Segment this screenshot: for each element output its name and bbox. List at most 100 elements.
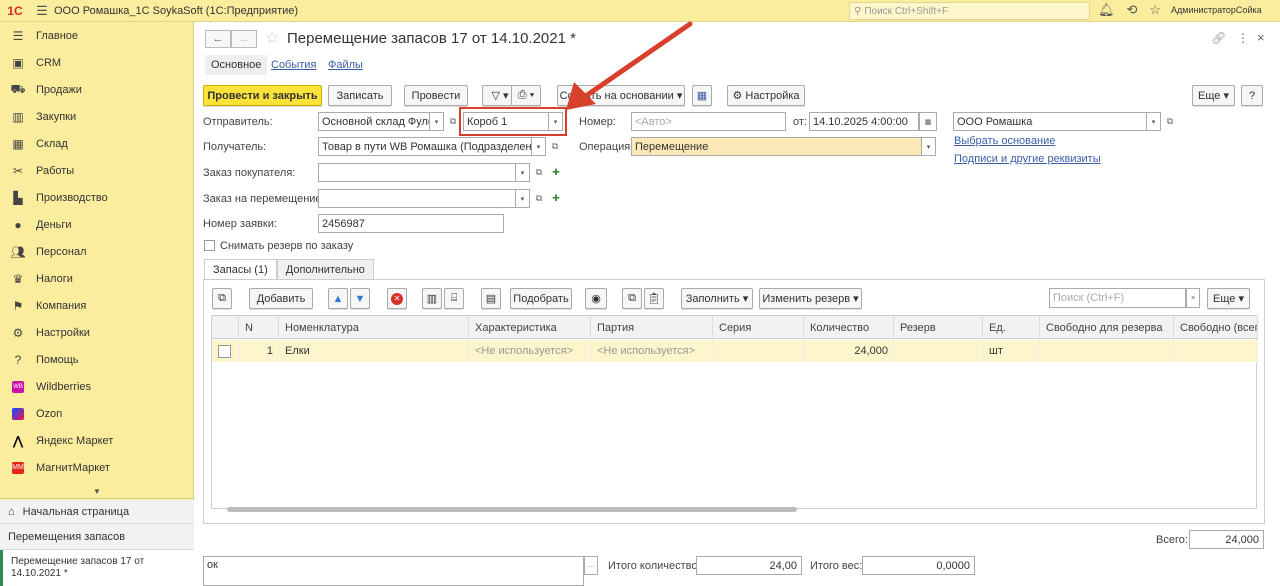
user-name[interactable]: АдминистраторСойка — [1171, 5, 1262, 15]
cell-qty[interactable]: 24,000 — [804, 340, 894, 362]
sender-field[interactable]: Основной склад Фулфи — [318, 112, 430, 131]
sidebar-item-13[interactable]: WB Wildberries — [0, 373, 193, 400]
choose-basis-link[interactable]: Выбрать основание — [954, 135, 1055, 147]
copy-rows-button[interactable]: ⧉ — [622, 288, 642, 309]
operation-field[interactable]: Перемещение — [631, 137, 922, 156]
sidebar-item-9[interactable]: ♛ Налоги — [0, 265, 193, 292]
save-button[interactable]: Записать — [328, 85, 392, 106]
add-row-button[interactable]: Добавить — [249, 288, 313, 309]
col-batch[interactable]: Партия — [591, 316, 713, 339]
col-n[interactable]: N — [239, 316, 279, 339]
move-order-dropdown[interactable]: ▾ — [516, 189, 530, 208]
sidebar-item-0[interactable]: ☰ Главное — [0, 22, 193, 49]
create-based-on-button[interactable]: Создать на основании ▾ — [557, 85, 685, 106]
cell-reserve[interactable] — [894, 340, 983, 362]
number-field[interactable]: <Авто> — [631, 112, 786, 131]
sidebar-item-2[interactable]: ⛟ Продажи — [0, 76, 193, 103]
signatures-link[interactable]: Подписи и другие реквизиты — [954, 153, 1101, 165]
sidebar-item-4[interactable]: ▦ Склад — [0, 130, 193, 157]
post-and-close-button[interactable]: Провести и закрыть — [203, 85, 322, 106]
sidebar-item-5[interactable]: ✂ Работы — [0, 157, 193, 184]
organization-open-icon[interactable]: ⧉ — [1163, 114, 1177, 128]
col-characteristic[interactable]: Характеристика — [469, 316, 591, 339]
more-button[interactable]: Еще ▾ — [1192, 85, 1235, 106]
comment-expand-button[interactable]: … — [584, 556, 598, 575]
cell-batch[interactable]: <Не используется> — [591, 340, 713, 362]
customer-order-field[interactable] — [318, 163, 516, 182]
col-reserve[interactable]: Резерв — [894, 316, 983, 339]
pick-list-button[interactable]: ▤ — [481, 288, 501, 309]
print-menu-button[interactable]: ⎙ ▾ — [511, 85, 541, 106]
bell-icon[interactable]: 🔔︎ — [1098, 2, 1115, 18]
tab-main[interactable]: Основное — [205, 55, 268, 75]
home-page-link[interactable]: ⌂ Начальная страница — [0, 500, 194, 524]
move-up-button[interactable]: ▲ — [328, 288, 348, 309]
reserve-checkbox[interactable] — [204, 240, 215, 251]
customer-order-create-icon[interactable]: ✚ — [549, 165, 563, 179]
tab-events[interactable]: События — [271, 59, 316, 71]
forward-button[interactable]: → — [231, 30, 257, 48]
table-row[interactable]: 1 Елки <Не используется> <Не используетс… — [212, 340, 1258, 362]
sidebar-item-8[interactable]: 👥︎ Персонал — [0, 238, 193, 265]
sidebar-item-14[interactable]: Ozon — [0, 400, 193, 427]
move-order-create-icon[interactable]: ✚ — [549, 191, 563, 205]
receiver-field[interactable]: Товар в пути WB Ромашка (Подразделение W… — [318, 137, 532, 156]
col-unit[interactable]: Ед. — [983, 316, 1040, 339]
link-icon[interactable]: 🔗︎ — [1211, 31, 1226, 45]
cell-series[interactable] — [713, 340, 804, 362]
delete-row-button[interactable]: ✕ — [387, 288, 407, 309]
comment-field[interactable]: ок — [203, 556, 584, 586]
scroll-thumb[interactable] — [227, 507, 797, 512]
date-field[interactable]: 14.10.2025 4:00:00 — [809, 112, 919, 131]
row-checkbox[interactable] — [218, 344, 231, 358]
receiver-open-icon[interactable]: ⧉ — [548, 139, 562, 153]
change-reserve-button[interactable]: Изменить резерв ▾ — [759, 288, 862, 309]
close-icon[interactable]: × — [1257, 30, 1265, 45]
copy-button[interactable]: ⧉ — [212, 288, 232, 309]
sidebar-item-12[interactable]: ? Помощь — [0, 346, 193, 373]
view-button[interactable]: ◉ — [585, 288, 607, 309]
pick-button[interactable]: Подобрать — [510, 288, 572, 309]
paste-rows-button[interactable]: 📋︎ — [644, 288, 664, 309]
sidebar-item-11[interactable]: ⚙ Настройки — [0, 319, 193, 346]
organization-dropdown[interactable]: ▾ — [1147, 112, 1161, 131]
calendar-icon[interactable]: ▦ — [919, 112, 937, 131]
sidebar-item-15[interactable]: ⋀ Яндекс Маркет — [0, 427, 193, 454]
row-checkbox-cell[interactable] — [212, 340, 239, 362]
operation-dropdown[interactable]: ▾ — [922, 137, 936, 156]
post-button[interactable]: Провести — [404, 85, 468, 106]
sidebar-item-6[interactable]: ▙ Производство — [0, 184, 193, 211]
tab-additional[interactable]: Дополнительно — [276, 259, 374, 279]
help-button[interactable]: ? — [1241, 85, 1263, 106]
sidebar-item-10[interactable]: ⚑ Компания — [0, 292, 193, 319]
sender-dropdown[interactable]: ▾ — [430, 112, 444, 131]
sidebar-item-7[interactable]: ● Деньги — [0, 211, 193, 238]
col-free-reserve[interactable]: Свободно для резерва — [1040, 316, 1174, 339]
customer-order-dropdown[interactable]: ▾ — [516, 163, 530, 182]
sidebar-scroll-down-icon[interactable]: ▼ — [0, 487, 194, 499]
cell-unit[interactable]: шт — [983, 340, 1040, 362]
scan-button[interactable]: ⌸ — [444, 288, 464, 309]
hamburger-icon[interactable]: ☰ — [30, 3, 54, 19]
sidebar-item-1[interactable]: ▣ CRM — [0, 49, 193, 76]
table-horizontal-scrollbar[interactable] — [219, 507, 1239, 513]
cell-item[interactable]: Елки — [279, 340, 469, 362]
more-vert-icon[interactable]: ⋮ — [1237, 31, 1249, 45]
move-order-field[interactable] — [318, 189, 516, 208]
favorite-star-icon[interactable]: ☆ — [265, 28, 279, 48]
tab-stock[interactable]: Запасы (1) — [204, 259, 277, 279]
move-order-open-icon[interactable]: ⧉ — [532, 191, 546, 205]
section-link[interactable]: Перемещения запасов — [0, 524, 194, 550]
move-down-button[interactable]: ▼ — [350, 288, 370, 309]
structure-button[interactable]: ▦ — [692, 85, 712, 106]
barcode-button[interactable]: ▥ — [422, 288, 442, 309]
customer-order-open-icon[interactable]: ⧉ — [532, 165, 546, 179]
table-search-input[interactable]: Поиск (Ctrl+F) — [1049, 288, 1186, 308]
col-free-total[interactable]: Свободно (всего) — [1174, 316, 1258, 339]
request-no-field[interactable]: 2456987 — [318, 214, 504, 233]
back-button[interactable]: ← — [205, 30, 231, 48]
col-qty[interactable]: Количество — [804, 316, 894, 339]
receiver-dropdown[interactable]: ▾ — [532, 137, 546, 156]
sidebar-item-3[interactable]: ▥ Закупки — [0, 103, 193, 130]
star-icon[interactable]: ☆ — [1149, 2, 1161, 18]
